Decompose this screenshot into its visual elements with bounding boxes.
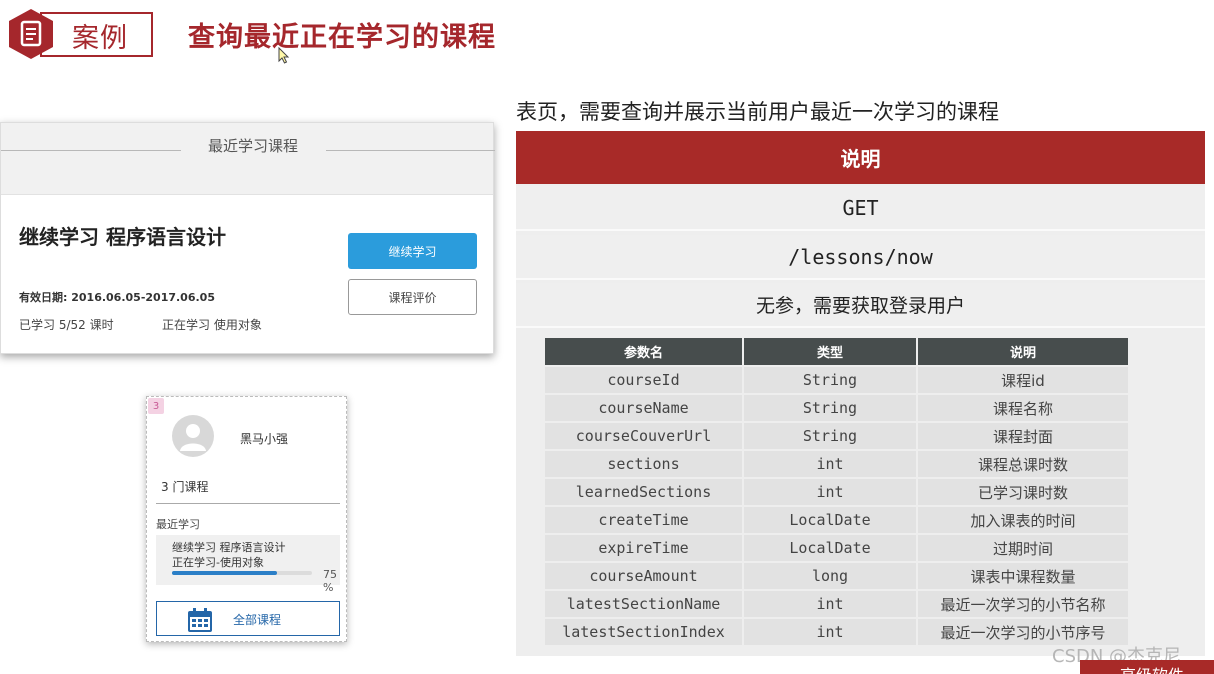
learned-sections: 已学习 5/52 课时 <box>19 318 114 332</box>
field-type: int <box>744 619 916 645</box>
footer-strip: 高级软件 <box>1080 660 1214 674</box>
progress-fill <box>172 571 277 575</box>
footer-strip-text: 高级软件 <box>1120 662 1184 674</box>
field-description: 课程名称 <box>918 395 1128 421</box>
field-description: 加入课表的时间 <box>918 507 1128 533</box>
requirement-description: 表页，需要查询并展示当前用户最近一次学习的课程 <box>516 100 999 124</box>
user-name: 黑马小强 <box>240 432 289 446</box>
valid-date: 有效日期: 2016.06.05-2017.06.05 <box>19 291 215 304</box>
field-type: LocalDate <box>744 507 916 533</box>
field-description: 课程总课时数 <box>918 451 1128 477</box>
card-header: 最近学习课程 <box>1 123 495 195</box>
course-name: 继续学习 程序语言设计 <box>19 225 226 249</box>
field-description: 课表中课程数量 <box>918 563 1128 589</box>
field-name: courseName <box>545 395 742 421</box>
progress-percent: 75% <box>323 568 337 594</box>
http-method: GET <box>516 186 1205 231</box>
all-courses-label: 全部课程 <box>233 613 282 627</box>
course-count: 3 门课程 <box>161 480 209 494</box>
field-description: 已学习课时数 <box>918 479 1128 505</box>
progress-bar <box>172 571 312 575</box>
course-review-button[interactable]: 课程评价 <box>348 279 477 315</box>
mouse-cursor-icon <box>278 47 290 64</box>
field-type: int <box>744 479 916 505</box>
field-name: courseId <box>545 367 742 393</box>
recent-course-status: 正在学习-使用对象 <box>172 556 264 569</box>
field-type: long <box>744 563 916 589</box>
recent-label: 最近学习 <box>156 518 200 531</box>
table-row: learnedSections int 已学习课时数 <box>545 479 1128 505</box>
recent-course-card: 最近学习课程 继续学习 程序语言设计 有效日期: 2016.06.05-2017… <box>0 122 495 354</box>
field-type: String <box>744 423 916 449</box>
continue-learning-button[interactable]: 继续学习 <box>348 233 477 269</box>
table-header-row: 参数名 类型 说明 <box>545 338 1128 365</box>
divider <box>156 503 340 504</box>
divider <box>1 150 181 151</box>
table-row: latestSectionIndex int 最近一次学习的小节序号 <box>545 619 1128 645</box>
table-row: createTime LocalDate 加入课表的时间 <box>545 507 1128 533</box>
field-name: learnedSections <box>545 479 742 505</box>
table-row: courseName String 课程名称 <box>545 395 1128 421</box>
column-header: 说明 <box>918 338 1128 365</box>
field-description: 最近一次学习的小节名称 <box>918 591 1128 617</box>
field-name: latestSectionName <box>545 591 742 617</box>
learning-status: 正在学习 使用对象 <box>162 318 262 332</box>
case-label: 案例 <box>72 23 128 54</box>
field-type: LocalDate <box>744 535 916 561</box>
slide-title: 查询最近正在学习的课程 <box>188 22 496 53</box>
field-name: createTime <box>545 507 742 533</box>
table-row: courseCouverUrl String 课程封面 <box>545 423 1128 449</box>
document-icon <box>9 9 53 59</box>
table-row: expireTime LocalDate 过期时间 <box>545 535 1128 561</box>
request-path: /lessons/now <box>516 235 1205 280</box>
all-courses-button[interactable]: 全部课程 <box>156 601 340 636</box>
field-name: latestSectionIndex <box>545 619 742 645</box>
field-description: 过期时间 <box>918 535 1128 561</box>
response-fields-table: 参数名 类型 说明 courseId String 课程id courseNam… <box>543 336 1130 647</box>
table-row: latestSectionName int 最近一次学习的小节名称 <box>545 591 1128 617</box>
step-badge: 3 <box>148 398 164 414</box>
field-type: String <box>744 395 916 421</box>
table-row: sections int 课程总课时数 <box>545 451 1128 477</box>
field-name: expireTime <box>545 535 742 561</box>
field-type: int <box>744 451 916 477</box>
field-name: courseCouverUrl <box>545 423 742 449</box>
field-type: String <box>744 367 916 393</box>
field-name: courseAmount <box>545 563 742 589</box>
user-card: 3 黑马小强 3 门课程 最近学习 继续学习 程序语言设计 正在学习-使用对象 … <box>146 396 347 642</box>
table-row: courseAmount long 课表中课程数量 <box>545 563 1128 589</box>
user-avatar-icon <box>172 415 214 457</box>
recent-course-item[interactable]: 继续学习 程序语言设计 正在学习-使用对象 75% <box>156 535 340 594</box>
column-header: 参数名 <box>545 338 742 365</box>
field-type: int <box>744 591 916 617</box>
field-description: 课程id <box>918 367 1128 393</box>
card-section-title: 最近学习课程 <box>208 137 299 155</box>
request-params: 无参，需要获取登录用户 <box>516 283 1205 328</box>
recent-course-name: 继续学习 程序语言设计 <box>172 541 286 554</box>
column-header: 类型 <box>744 338 916 365</box>
divider <box>326 150 495 151</box>
table-row: courseId String 课程id <box>545 367 1128 393</box>
field-description: 课程封面 <box>918 423 1128 449</box>
calendar-icon <box>188 608 212 632</box>
api-spec-header: 说明 <box>516 131 1205 184</box>
field-name: sections <box>545 451 742 477</box>
